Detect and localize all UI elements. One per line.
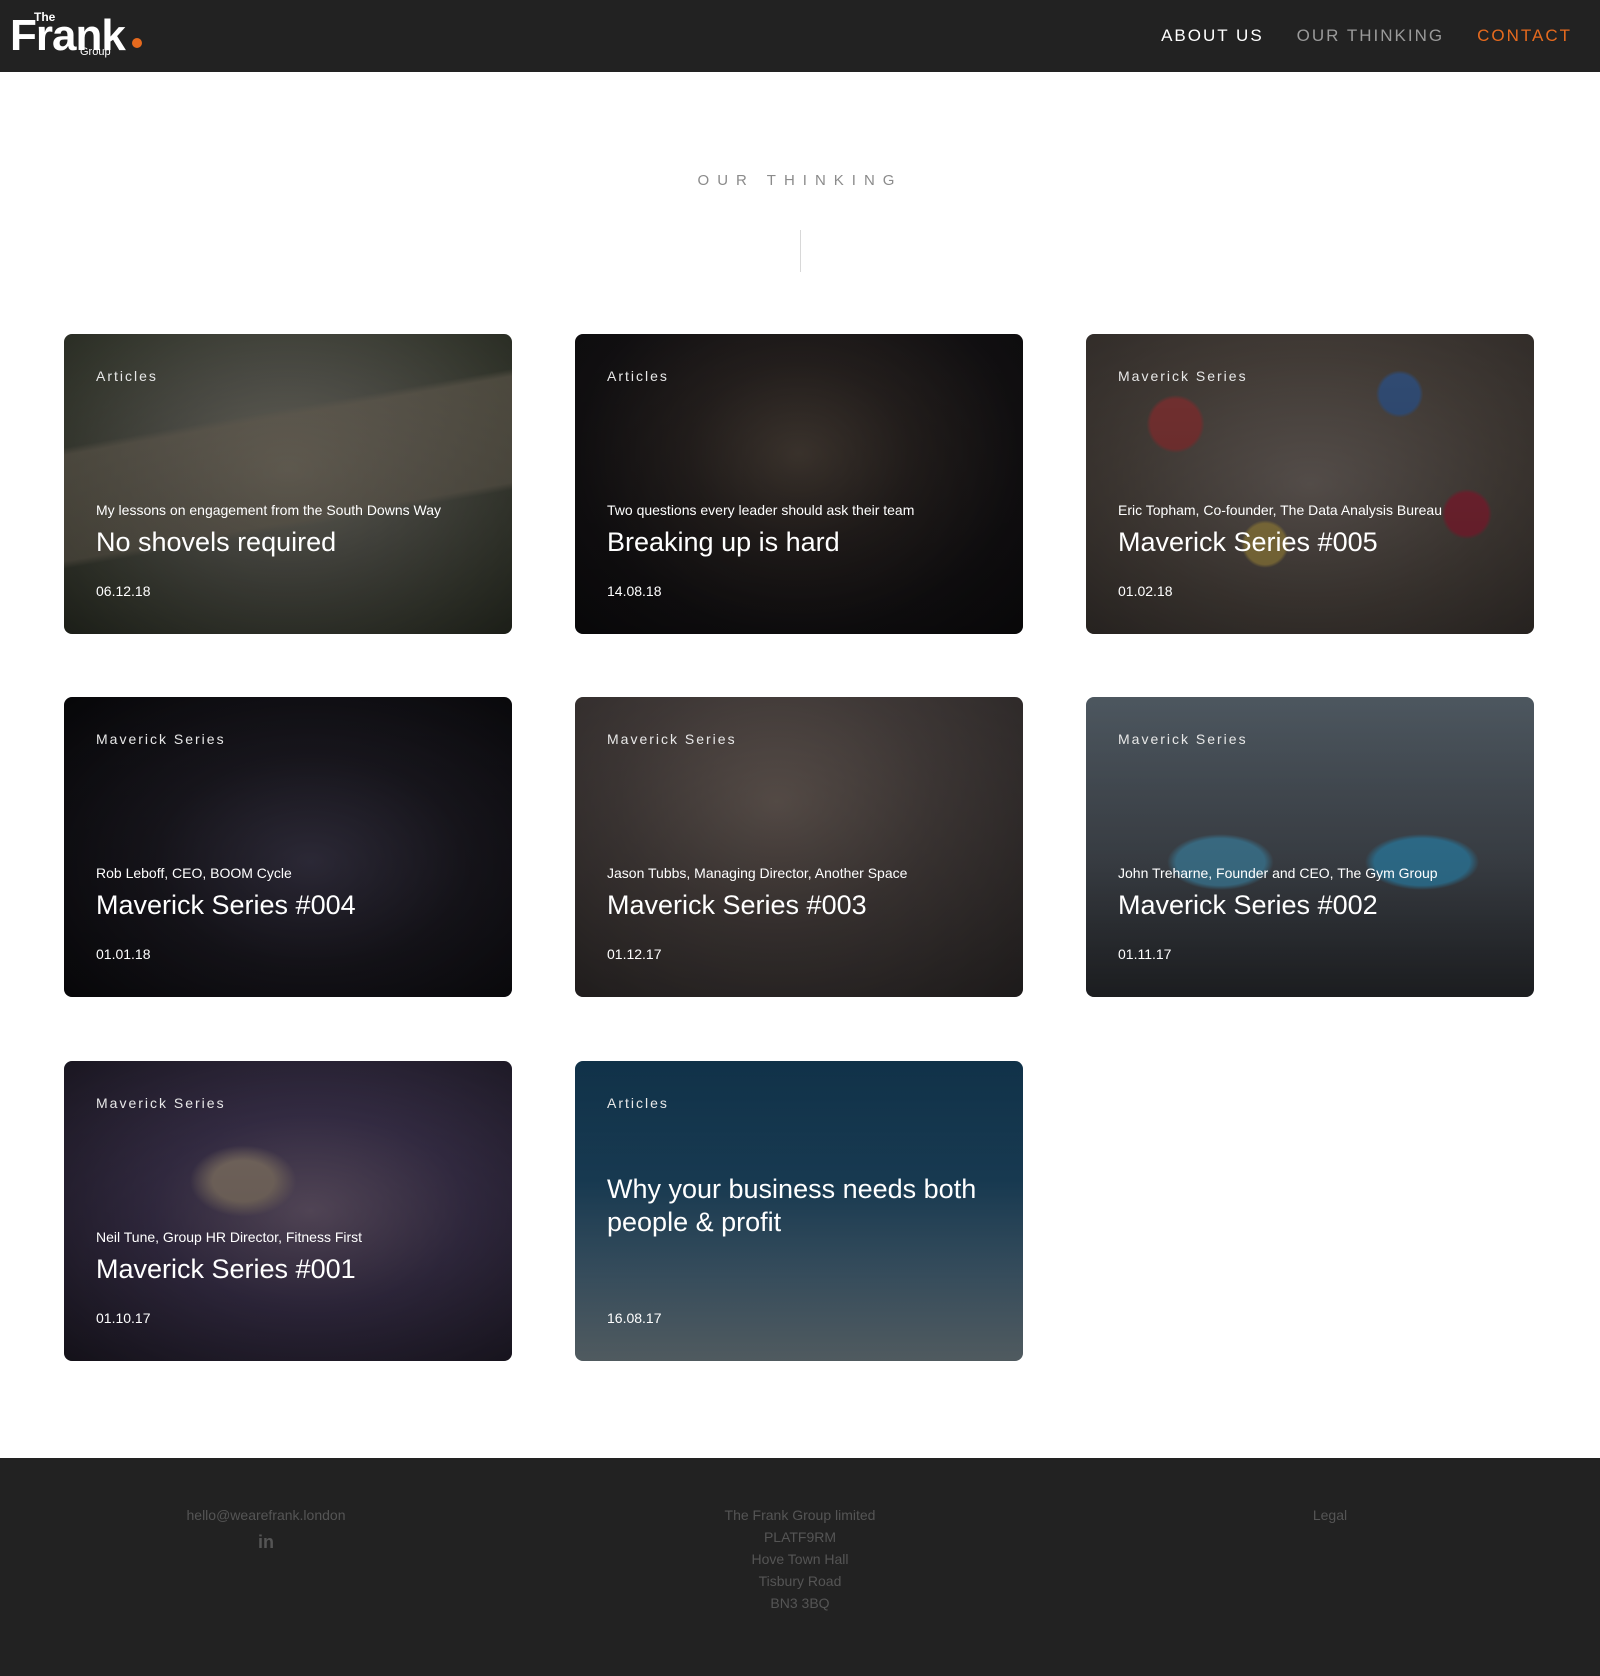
- frank-group-logo[interactable]: The Frank Group: [10, 8, 150, 62]
- site-header: The Frank Group ABOUT US OUR THINKING CO…: [0, 0, 1600, 72]
- card-category: Maverick Series: [1118, 368, 1248, 384]
- article-card[interactable]: Maverick Series Neil Tune, Group HR Dire…: [64, 1061, 512, 1361]
- card-subtitle: Jason Tubbs, Managing Director, Another …: [607, 865, 908, 881]
- nav-about-us[interactable]: ABOUT US: [1161, 26, 1264, 46]
- site-footer: hello@wearefrank.london in The Frank Gro…: [0, 1458, 1600, 1676]
- card-category: Articles: [96, 368, 158, 384]
- card-date: 01.12.17: [607, 946, 662, 962]
- card-category: Maverick Series: [96, 731, 226, 747]
- card-date: 14.08.18: [607, 583, 662, 599]
- footer-legal-link[interactable]: Legal: [1280, 1504, 1380, 1526]
- article-card[interactable]: Maverick Series John Treharne, Founder a…: [1086, 697, 1534, 997]
- address-line: Hove Town Hall: [751, 1551, 849, 1567]
- article-card[interactable]: Articles My lessons on engagement from t…: [64, 334, 512, 634]
- card-category: Maverick Series: [96, 1095, 226, 1111]
- card-subtitle: Eric Topham, Co-founder, The Data Analys…: [1118, 502, 1442, 518]
- card-subtitle: John Treharne, Founder and CEO, The Gym …: [1118, 865, 1438, 881]
- card-title: Breaking up is hard: [607, 527, 840, 557]
- card-title: Why your business needs both people & pr…: [607, 1174, 977, 1237]
- main-nav: ABOUT US OUR THINKING CONTACT: [1161, 0, 1572, 72]
- card-title: Maverick Series #002: [1118, 890, 1378, 920]
- card-date: 06.12.18: [96, 583, 151, 599]
- card-category: Maverick Series: [1118, 731, 1248, 747]
- address-line: BN3 3BQ: [770, 1595, 830, 1611]
- card-date: 16.08.17: [607, 1310, 662, 1326]
- section-title: OUR THINKING: [697, 172, 903, 189]
- footer-email[interactable]: hello@wearefrank.london: [166, 1504, 366, 1526]
- card-category: Articles: [607, 368, 669, 384]
- article-card[interactable]: Maverick Series Rob Leboff, CEO, BOOM Cy…: [64, 697, 512, 997]
- nav-our-thinking[interactable]: OUR THINKING: [1297, 26, 1444, 46]
- card-subtitle: Rob Leboff, CEO, BOOM Cycle: [96, 865, 292, 881]
- section-divider: [800, 230, 801, 272]
- article-card[interactable]: Maverick Series Eric Topham, Co-founder,…: [1086, 334, 1534, 634]
- address-line: PLATF9RM: [763, 1529, 837, 1545]
- card-date: 01.11.17: [1118, 946, 1172, 962]
- card-date: 01.02.18: [1118, 583, 1173, 599]
- nav-contact[interactable]: CONTACT: [1477, 26, 1572, 46]
- card-title: Maverick Series #005: [1118, 527, 1378, 557]
- card-subtitle: Two questions every leader should ask th…: [607, 502, 915, 518]
- article-card[interactable]: Articles Why your business needs both pe…: [575, 1061, 1023, 1361]
- logo-group-text: Group: [80, 46, 111, 58]
- card-subtitle: Neil Tune, Group HR Director, Fitness Fi…: [96, 1229, 363, 1245]
- card-date: 01.10.17: [96, 1310, 151, 1326]
- logo-dot: [132, 38, 142, 48]
- article-card[interactable]: Articles Two questions every leader shou…: [575, 334, 1023, 634]
- linkedin-icon[interactable]: in: [255, 1532, 277, 1552]
- address-line: Tisbury Road: [758, 1573, 842, 1589]
- card-date: 01.01.18: [96, 946, 151, 962]
- address-line: The Frank Group limited: [724, 1507, 876, 1523]
- card-title: Maverick Series #004: [96, 890, 356, 920]
- footer-address: The Frank Group limited PLATF9RM Hove To…: [680, 1504, 920, 1614]
- card-category: Maverick Series: [607, 731, 737, 747]
- card-title: Maverick Series #003: [607, 890, 867, 920]
- card-title: No shovels required: [96, 527, 337, 557]
- card-category: Articles: [607, 1095, 669, 1111]
- article-card[interactable]: Maverick Series Jason Tubbs, Managing Di…: [575, 697, 1023, 997]
- card-title: Maverick Series #001: [96, 1254, 356, 1284]
- card-subtitle: My lessons on engagement from the South …: [96, 502, 441, 518]
